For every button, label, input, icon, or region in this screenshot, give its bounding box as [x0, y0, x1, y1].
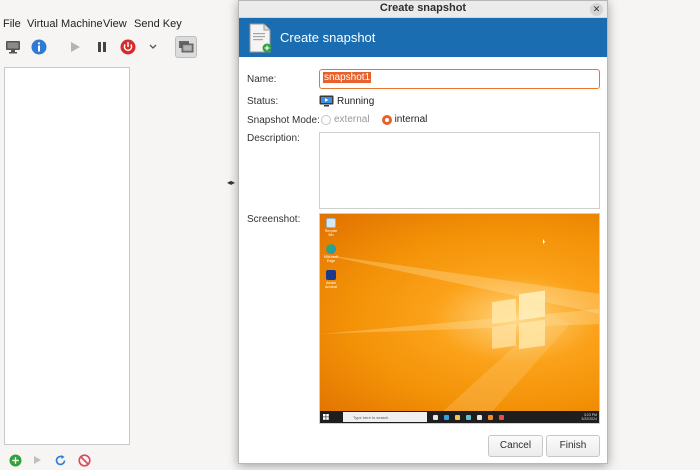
delete-icon	[77, 453, 91, 467]
external-option-label: external	[334, 114, 370, 125]
screenshot-preview: Recycle Bin Microsoft Edge Adobe Acrobat…	[319, 213, 600, 424]
plus-circle-icon	[9, 454, 21, 466]
start-icon	[323, 414, 329, 420]
add-snapshot-button[interactable]	[5, 450, 25, 470]
status-value: Running	[319, 95, 374, 107]
desktop-icon-label: Microsoft Edge	[323, 255, 339, 263]
run-snapshot-button[interactable]	[27, 450, 47, 470]
snapshot-list-panel[interactable]	[4, 67, 130, 445]
delete-snapshot-button[interactable]	[74, 450, 94, 470]
pause-icon	[98, 42, 106, 52]
internal-radio[interactable]	[381, 114, 392, 125]
menu-send-key[interactable]: Send Key	[134, 18, 182, 30]
external-radio[interactable]	[321, 114, 331, 125]
app-taskbar-icon	[488, 414, 493, 420]
details-button[interactable]	[28, 36, 50, 58]
store-taskbar-icon	[466, 414, 471, 420]
info-icon	[31, 39, 47, 55]
snapshot-mode-group: external internal	[321, 114, 427, 125]
preview-search-box: Type here to search	[343, 412, 427, 422]
preview-clock: 3:23 PM 3/22/2024	[581, 413, 597, 421]
shutdown-menu-button[interactable]	[142, 36, 164, 58]
explorer-taskbar-icon	[455, 414, 460, 420]
screenshot-label: Screenshot:	[247, 214, 301, 225]
task-view-icon	[433, 414, 438, 420]
snapshot-mode-label: Snapshot Mode:	[247, 115, 320, 126]
create-snapshot-dialog: Create snapshot ✕ Create snapshot Name: …	[238, 0, 608, 464]
snapshots-icon	[179, 41, 194, 53]
snapshot-name-value: snapshot1	[323, 72, 372, 83]
edge-icon	[326, 244, 336, 254]
name-label: Name:	[247, 74, 277, 85]
menu-virtual-machine[interactable]: Virtual Machine	[27, 18, 103, 30]
acrobat-taskbar-icon	[499, 414, 504, 420]
menu-view[interactable]: View	[103, 18, 127, 30]
desktop-icon-acrobat: Adobe Acrobat	[323, 270, 339, 289]
menu-file[interactable]: File	[3, 18, 21, 30]
power-icon	[120, 39, 136, 55]
dialog-banner: Create snapshot	[239, 18, 607, 57]
recycle-bin-icon	[326, 218, 336, 228]
console-button[interactable]	[2, 36, 24, 58]
description-textarea[interactable]	[319, 132, 600, 209]
status-text: Running	[337, 95, 375, 107]
desktop-icon-edge: Microsoft Edge	[323, 244, 339, 263]
close-button[interactable]: ✕	[590, 3, 603, 16]
finish-button[interactable]: Finish	[546, 435, 600, 457]
desktop-icon-label: Adobe Acrobat	[324, 281, 338, 289]
desktop-icon-label: Recycle Bin	[324, 229, 338, 237]
dialog-titlebar[interactable]: Create snapshot ✕	[239, 1, 607, 18]
pause-button[interactable]	[91, 36, 113, 58]
status-label: Status:	[247, 96, 279, 107]
acrobat-icon	[326, 270, 336, 280]
cancel-button[interactable]: Cancel	[488, 435, 543, 457]
desktop-icon-recycle-bin: Recycle Bin	[323, 218, 339, 237]
snapshot-document-icon	[249, 23, 272, 53]
run-button[interactable]	[64, 36, 86, 58]
play-icon	[34, 456, 41, 464]
snapshot-name-input[interactable]: snapshot1	[319, 69, 600, 89]
mail-taskbar-icon	[477, 414, 482, 420]
description-label: Description:	[247, 133, 300, 144]
monitor-icon	[6, 41, 20, 54]
play-icon	[71, 42, 80, 52]
chevron-down-icon	[149, 44, 157, 49]
preview-clock-date: 3/22/2024	[581, 417, 597, 421]
refresh-button[interactable]	[50, 450, 70, 470]
windows-wallpaper	[320, 239, 599, 414]
edge-taskbar-icon	[444, 414, 449, 420]
snapshots-button[interactable]	[175, 36, 197, 58]
shutdown-button[interactable]	[117, 36, 139, 58]
dialog-window-title: Create snapshot	[379, 2, 467, 14]
snapshot-actions-bar	[0, 448, 140, 470]
close-icon: ✕	[592, 4, 601, 14]
internal-option-label: internal	[394, 114, 428, 125]
running-vm-icon	[319, 95, 334, 107]
pane-resize-handle[interactable]: ◂▸	[227, 178, 235, 187]
banner-title: Create snapshot	[280, 30, 376, 45]
refresh-icon	[55, 454, 65, 465]
preview-taskbar: Type here to search 3:23 PM 3/22/2024	[320, 411, 599, 423]
